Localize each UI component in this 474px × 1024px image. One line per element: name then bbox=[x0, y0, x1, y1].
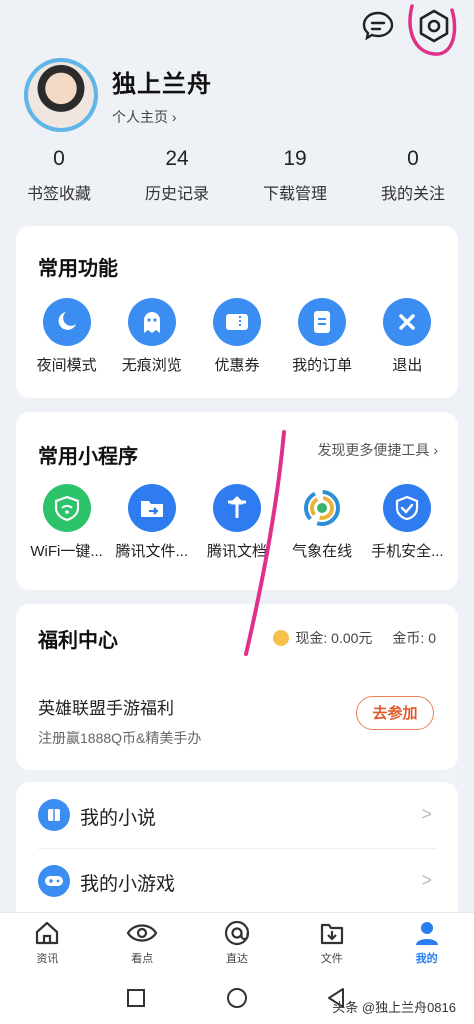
tab-label: 我的 bbox=[415, 953, 438, 965]
discover-more-link[interactable]: 发现更多便捷工具 › bbox=[317, 440, 438, 460]
stat-downloads[interactable]: 19 下载管理 bbox=[236, 144, 354, 214]
annotation-line-mark bbox=[244, 430, 286, 656]
coupon-button[interactable]: 优惠券 bbox=[197, 298, 277, 375]
welfare-center-card: 福利中心 现金: 0.00元 金币: 0 英雄联盟手游福利 注册赢1888Q币&… bbox=[16, 604, 458, 770]
incognito-button[interactable]: 无痕浏览 bbox=[112, 298, 192, 375]
stat-label: 历史记录 bbox=[144, 186, 209, 203]
promo-title: 英雄联盟手游福利 bbox=[38, 699, 174, 718]
night-mode-icon bbox=[42, 298, 91, 346]
order-icon bbox=[298, 298, 347, 346]
ghost-icon bbox=[127, 298, 176, 346]
stat-following[interactable]: 0 我的关注 bbox=[354, 144, 472, 214]
mini-program-label: 腾讯文件... bbox=[115, 543, 189, 560]
mini-program-weather[interactable]: 气象在线 bbox=[282, 484, 362, 561]
user-icon bbox=[415, 922, 438, 945]
stat-label: 书签收藏 bbox=[26, 186, 91, 203]
watermark: 头条 @独上兰舟0816 bbox=[332, 1000, 456, 1015]
function-label: 我的订单 bbox=[292, 357, 353, 374]
novel-icon bbox=[38, 799, 70, 831]
function-label: 无痕浏览 bbox=[121, 357, 182, 374]
annotation-circle-mark bbox=[408, 4, 457, 56]
exit-icon bbox=[383, 298, 432, 346]
tab-direct[interactable]: 直达 bbox=[190, 913, 285, 975]
list-item-label: 我的小说 bbox=[80, 808, 157, 829]
mini-programs-card: 常用小程序 发现更多便捷工具 › WiFi一键... 腾讯文件... 腾讯文档 … bbox=[16, 412, 458, 590]
stat-count: 24 bbox=[165, 147, 189, 170]
coin-balance: 金币: 0 bbox=[392, 630, 436, 646]
tab-label: 文件 bbox=[320, 953, 343, 965]
chevron-right-icon: > bbox=[421, 870, 432, 890]
download-file-icon bbox=[320, 923, 343, 945]
tab-highlights[interactable]: 看点 bbox=[95, 913, 190, 975]
gamepad-icon bbox=[38, 865, 70, 897]
mini-program-phone-security[interactable]: 手机安全... bbox=[367, 484, 447, 561]
home-icon bbox=[36, 921, 59, 945]
welfare-balance: 现金: 0.00元 金币: 0 bbox=[273, 628, 436, 648]
bottom-tab-bar: 资讯 看点 直达 文件 我的 bbox=[0, 912, 474, 975]
stat-bookmarks[interactable]: 0 书签收藏 bbox=[0, 144, 118, 214]
recents-square-icon[interactable] bbox=[126, 988, 146, 1008]
card-title: 常用小程序 bbox=[38, 446, 138, 468]
join-button[interactable]: 去参加 bbox=[356, 696, 434, 730]
function-label: 优惠券 bbox=[214, 357, 260, 374]
card-title: 福利中心 bbox=[38, 630, 118, 652]
stat-label: 下载管理 bbox=[262, 186, 327, 203]
tab-label: 资讯 bbox=[36, 953, 59, 965]
exit-button[interactable]: 退出 bbox=[367, 298, 447, 375]
chevron-right-icon: > bbox=[421, 804, 432, 824]
tab-me[interactable]: 我的 bbox=[379, 913, 474, 975]
stat-count: 0 bbox=[53, 147, 65, 170]
promo-subtitle: 注册赢1888Q币&精美手办 bbox=[38, 730, 202, 746]
list-item-mini-games[interactable]: 我的小游戏 > bbox=[16, 848, 458, 914]
function-label: 夜间模式 bbox=[36, 357, 97, 374]
mini-program-label: WiFi一键... bbox=[30, 543, 103, 560]
mini-program-tencent-files[interactable]: 腾讯文件... bbox=[112, 484, 192, 561]
common-functions-card: 常用功能 夜间模式 无痕浏览 优惠券 我的订单 退出 bbox=[16, 226, 458, 398]
cash-balance: 现金: 0.00元 bbox=[295, 630, 373, 646]
tab-news[interactable]: 资讯 bbox=[0, 913, 95, 975]
home-circle-icon[interactable] bbox=[226, 987, 248, 1009]
username: 独上兰舟 bbox=[112, 71, 212, 98]
eye-icon bbox=[126, 924, 158, 942]
stat-history[interactable]: 24 历史记录 bbox=[118, 144, 236, 214]
tab-files[interactable]: 文件 bbox=[284, 913, 379, 975]
stat-label: 我的关注 bbox=[380, 186, 445, 203]
tab-label: 看点 bbox=[131, 953, 154, 965]
stat-count: 19 bbox=[283, 147, 307, 170]
top-bar bbox=[0, 0, 474, 56]
list-item-label: 我的小游戏 bbox=[80, 874, 176, 895]
card-title: 常用功能 bbox=[38, 258, 118, 280]
function-label: 退出 bbox=[392, 357, 423, 374]
stat-count: 0 bbox=[407, 147, 419, 170]
night-mode-button[interactable]: 夜间模式 bbox=[27, 298, 107, 375]
avatar[interactable] bbox=[24, 58, 98, 132]
list-card: 我的小说 > 我的小游戏 > bbox=[16, 782, 458, 914]
coupon-icon bbox=[212, 298, 261, 346]
homepage-link[interactable]: 个人主页 › bbox=[112, 107, 177, 127]
weather-icon bbox=[298, 484, 347, 532]
stats-row: 0 书签收藏 24 历史记录 19 下载管理 0 我的关注 bbox=[0, 144, 474, 214]
profile-header: 独上兰舟 个人主页 › bbox=[0, 52, 474, 142]
tab-label: 直达 bbox=[225, 953, 248, 965]
wifi-shield-icon bbox=[42, 484, 91, 532]
at-icon bbox=[224, 920, 250, 946]
phone-security-icon bbox=[383, 484, 432, 532]
message-icon[interactable] bbox=[360, 8, 396, 44]
my-orders-button[interactable]: 我的订单 bbox=[282, 298, 362, 375]
list-item-novels[interactable]: 我的小说 > bbox=[16, 782, 458, 848]
mini-program-label: 气象在线 bbox=[292, 543, 353, 560]
system-navigation-bar: 头条 @独上兰舟0816 bbox=[0, 974, 474, 1024]
tencent-files-icon bbox=[127, 484, 176, 532]
mini-program-wifi[interactable]: WiFi一键... bbox=[27, 484, 107, 561]
mini-program-label: 手机安全... bbox=[371, 543, 444, 560]
